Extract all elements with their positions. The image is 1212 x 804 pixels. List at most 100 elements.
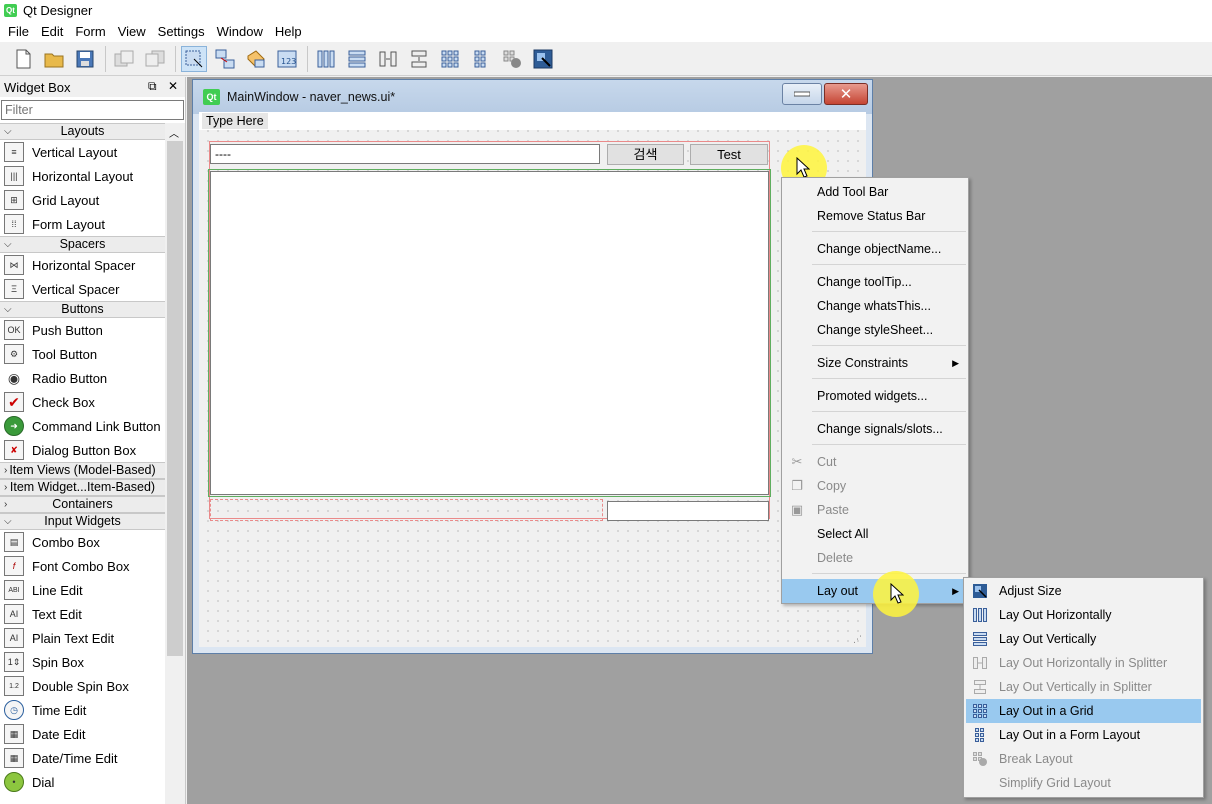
- menu-change-signals-slots[interactable]: Change signals/slots...: [782, 417, 968, 441]
- menu-change-objectname[interactable]: Change objectName...: [782, 237, 968, 261]
- widget-line-edit[interactable]: ABI Line Edit: [0, 578, 165, 602]
- widget-vertical-layout[interactable]: ≡ Vertical Layout: [0, 140, 165, 164]
- submenu-adjust-size[interactable]: Adjust Size: [966, 579, 1201, 603]
- type-here-item[interactable]: Type Here: [202, 113, 268, 129]
- submenu-lay-out-in-grid[interactable]: Lay Out in a Grid: [966, 699, 1201, 723]
- menu-change-whatsthis[interactable]: Change whatsThis...: [782, 294, 968, 318]
- float-panel-icon[interactable]: ⧉: [148, 79, 157, 94]
- category-spacers[interactable]: ⌵ Spacers: [0, 236, 165, 253]
- menu-select-all[interactable]: Select All: [782, 522, 968, 546]
- widget-dialog-button-box[interactable]: ✘ Dialog Button Box: [0, 438, 165, 462]
- menu-settings[interactable]: Settings: [152, 24, 211, 39]
- layout-horizontal-icon[interactable]: [313, 46, 339, 72]
- menu-size-constraints[interactable]: Size Constraints ▶: [782, 351, 968, 375]
- search-button[interactable]: 검색: [607, 144, 684, 165]
- bottom-right-line-edit[interactable]: [607, 501, 769, 521]
- send-to-back-icon[interactable]: [111, 46, 137, 72]
- menu-copy[interactable]: ❐ Copy: [782, 474, 968, 498]
- widget-combo-box[interactable]: ▤ Combo Box: [0, 530, 165, 554]
- submenu-lay-out-horizontally-splitter[interactable]: Lay Out Horizontally in Splitter: [966, 651, 1201, 675]
- submenu-lay-out-vertically[interactable]: Lay Out Vertically: [966, 627, 1201, 651]
- form-canvas[interactable]: Type Here ---- 검색 Test ⋰: [199, 112, 866, 647]
- menu-promoted-widgets[interactable]: Promoted widgets...: [782, 384, 968, 408]
- widget-filter-input[interactable]: [1, 100, 184, 120]
- widget-form-layout[interactable]: ⁞⁞ Form Layout: [0, 212, 165, 236]
- scrollbar-thumb[interactable]: [167, 141, 183, 656]
- widget-label: Horizontal Layout: [32, 168, 134, 184]
- widget-dial[interactable]: • Dial: [0, 770, 165, 794]
- widget-check-box[interactable]: ✔ Check Box: [0, 390, 165, 414]
- layout-vertical-icon[interactable]: [344, 46, 370, 72]
- break-layout-icon[interactable]: [499, 46, 525, 72]
- new-file-icon[interactable]: [10, 46, 36, 72]
- layout-vertical-splitter-icon[interactable]: [406, 46, 432, 72]
- menu-help[interactable]: Help: [269, 24, 308, 39]
- bring-to-front-icon[interactable]: [142, 46, 168, 72]
- widget-horizontal-layout[interactable]: ||| Horizontal Layout: [0, 164, 165, 188]
- widget-grid-layout[interactable]: ⊞ Grid Layout: [0, 188, 165, 212]
- widget-radio-button[interactable]: ◉ Radio Button: [0, 366, 165, 390]
- menu-delete[interactable]: Delete: [782, 546, 968, 570]
- close-button[interactable]: ✕: [824, 83, 868, 105]
- layout-horizontal-splitter-icon[interactable]: [375, 46, 401, 72]
- widget-double-spin-box[interactable]: 1.2 Double Spin Box: [0, 674, 165, 698]
- result-text-edit[interactable]: [208, 169, 771, 497]
- menu-change-stylesheet[interactable]: Change styleSheet...: [782, 318, 968, 342]
- edit-tab-order-icon[interactable]: 123: [274, 46, 300, 72]
- category-buttons[interactable]: ⌵ Buttons: [0, 301, 165, 318]
- widget-spin-box[interactable]: 1⇕ Spin Box: [0, 650, 165, 674]
- widget-push-button[interactable]: OK Push Button: [0, 318, 165, 342]
- open-folder-icon[interactable]: [41, 46, 67, 72]
- form-menubar[interactable]: Type Here: [199, 112, 866, 130]
- form-window[interactable]: Qt MainWindow - naver_news.ui* ✕ Type He…: [192, 79, 873, 654]
- edit-widgets-icon[interactable]: [181, 45, 207, 72]
- adjust-size-icon[interactable]: [530, 46, 556, 72]
- submenu-break-layout[interactable]: Break Layout: [966, 747, 1201, 771]
- edit-buddies-icon[interactable]: [243, 46, 269, 72]
- menu-paste[interactable]: ▣ Paste: [782, 498, 968, 522]
- svg-text:123: 123: [281, 57, 296, 66]
- menu-form[interactable]: Form: [69, 24, 111, 39]
- edit-signals-slots-icon[interactable]: [212, 46, 238, 72]
- submenu-lay-out-vertically-splitter[interactable]: Lay Out Vertically in Splitter: [966, 675, 1201, 699]
- layout-form-icon[interactable]: [468, 46, 494, 72]
- form-titlebar[interactable]: Qt MainWindow - naver_news.ui* ✕: [193, 80, 872, 114]
- widget-horizontal-spacer[interactable]: ⋈ Horizontal Spacer: [0, 253, 165, 277]
- scroll-up-icon[interactable]: ︿: [169, 125, 179, 140]
- submenu-lay-out-in-form[interactable]: Lay Out in a Form Layout: [966, 723, 1201, 747]
- category-item-views[interactable]: › Item Views (Model-Based): [0, 462, 165, 479]
- category-input-widgets[interactable]: ⌵ Input Widgets: [0, 513, 165, 530]
- widget-datetime-edit[interactable]: ▦ Date/Time Edit: [0, 746, 165, 770]
- menu-cut[interactable]: ✂ Cut: [782, 450, 968, 474]
- widget-date-edit[interactable]: ▦ Date Edit: [0, 722, 165, 746]
- widget-box-scrollbar[interactable]: ︿: [165, 123, 185, 804]
- menu-view[interactable]: View: [112, 24, 152, 39]
- widget-vertical-spacer[interactable]: Ξ Vertical Spacer: [0, 277, 165, 301]
- menu-window[interactable]: Window: [211, 24, 269, 39]
- category-item-widgets[interactable]: › Item Widget...Item-Based): [0, 479, 165, 496]
- menu-edit[interactable]: Edit: [35, 24, 69, 39]
- layout-grid-icon[interactable]: [437, 46, 463, 72]
- save-icon[interactable]: [72, 46, 98, 72]
- widget-time-edit[interactable]: ◷ Time Edit: [0, 698, 165, 722]
- submenu-simplify-grid-layout[interactable]: Simplify Grid Layout: [966, 771, 1201, 795]
- test-button[interactable]: Test: [690, 144, 768, 165]
- menu-remove-status-bar[interactable]: Remove Status Bar: [782, 204, 968, 228]
- menu-change-tooltip[interactable]: Change toolTip...: [782, 270, 968, 294]
- category-containers[interactable]: › Containers: [0, 496, 165, 513]
- submenu-lay-out-horizontally[interactable]: Lay Out Horizontally: [966, 603, 1201, 627]
- widget-tool-button[interactable]: ⚙ Tool Button: [0, 342, 165, 366]
- widget-font-combo-box[interactable]: f Font Combo Box: [0, 554, 165, 578]
- tool-button-icon: ⚙: [4, 344, 24, 364]
- widget-text-edit[interactable]: AI Text Edit: [0, 602, 165, 626]
- category-layouts[interactable]: ⌵ Layouts: [0, 123, 165, 140]
- query-line-edit[interactable]: ----: [210, 144, 600, 164]
- submenu-arrow-icon: ▶: [952, 358, 959, 368]
- resize-grip-icon[interactable]: ⋰: [853, 634, 862, 645]
- widget-plain-text-edit[interactable]: AI Plain Text Edit: [0, 626, 165, 650]
- menu-file[interactable]: File: [2, 24, 35, 39]
- widget-command-link-button[interactable]: ➜ Command Link Button: [0, 414, 165, 438]
- minimize-button[interactable]: [782, 83, 822, 105]
- close-panel-icon[interactable]: ✕: [168, 79, 178, 93]
- menu-add-tool-bar[interactable]: Add Tool Bar: [782, 180, 968, 204]
